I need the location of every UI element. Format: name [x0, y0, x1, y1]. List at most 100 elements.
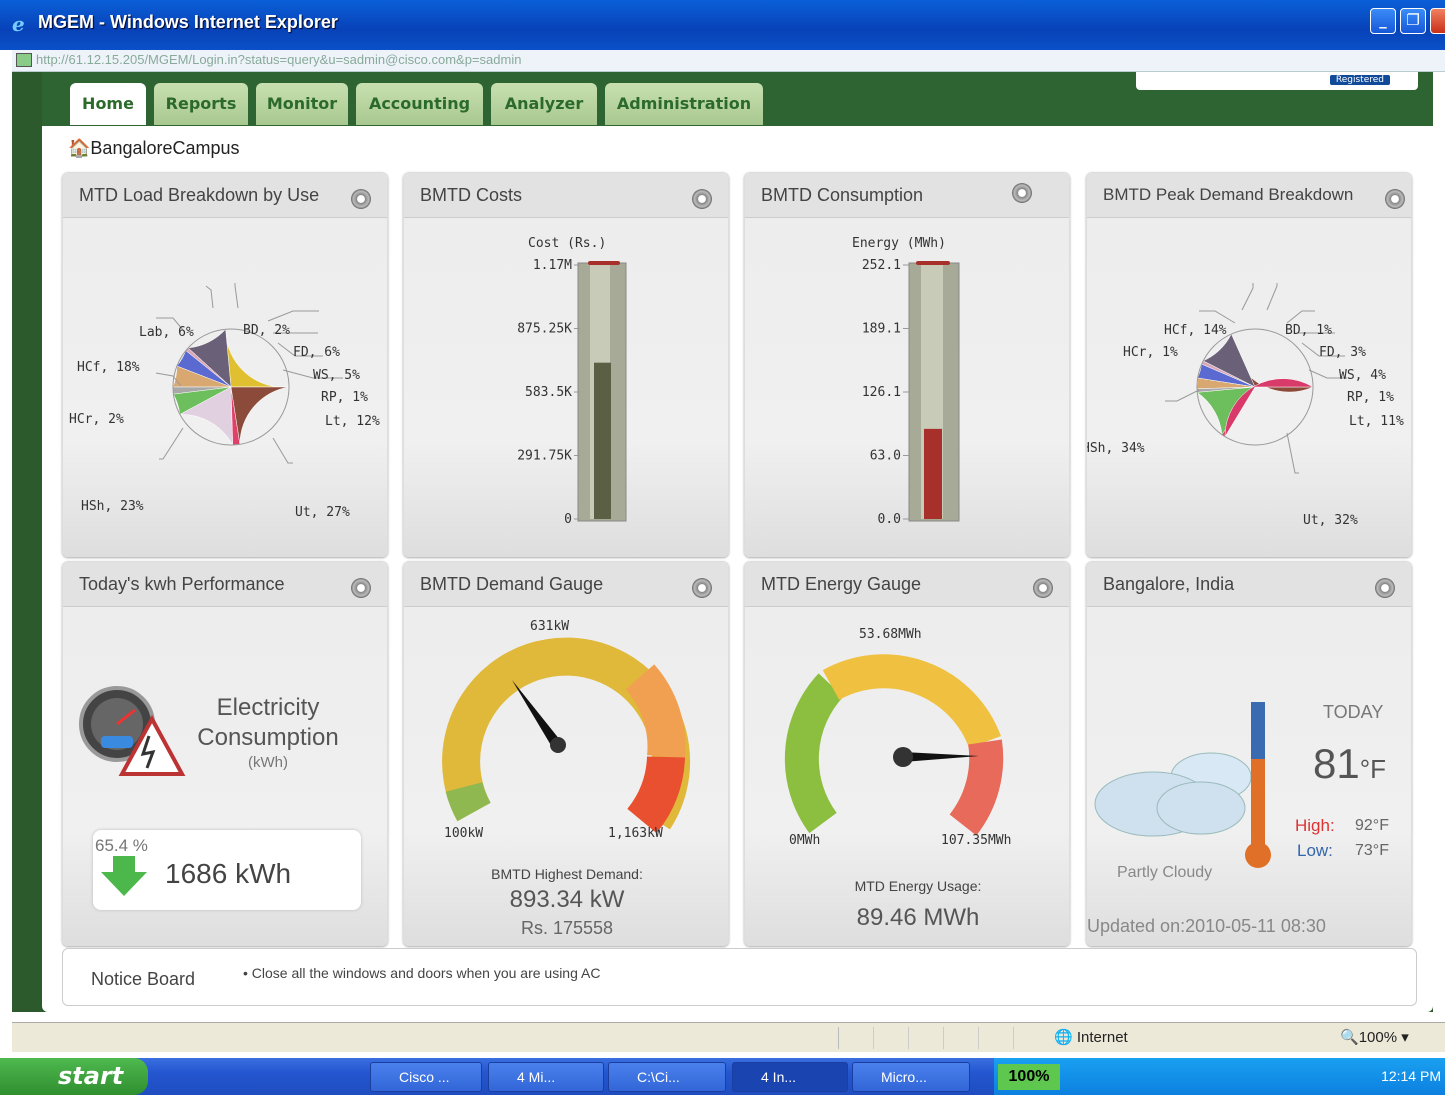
taskbar-item[interactable]: 4 Mi...	[488, 1062, 604, 1092]
gauge-max-label: 1,163kW	[608, 826, 663, 841]
zoom-control[interactable]: 🔍100% ▾	[1340, 1028, 1409, 1046]
notice-item: • Close all the windows and doors when y…	[243, 965, 601, 981]
gauge-min-label: 0MWh	[789, 833, 820, 848]
energy-value: 89.46 MWh	[856, 904, 980, 931]
panel-load-breakdown: MTD Load Breakdown by Use Lab, 6% BD, 2%…	[62, 172, 388, 557]
weather-condition: Partly Cloudy	[1117, 864, 1213, 881]
thermometer-bulb	[1245, 842, 1271, 868]
settings-gear-icon[interactable]	[351, 578, 371, 598]
gauge-max-label: 107.35MWh	[941, 833, 1011, 848]
minimize-button[interactable]: _	[1370, 8, 1396, 34]
zoom-icon: 🔍	[1340, 1029, 1359, 1046]
tab-accounting[interactable]: Accounting	[356, 83, 483, 125]
pie-label: WS, 5%	[313, 368, 360, 383]
taskbar-item[interactable]: 4 In...	[732, 1062, 848, 1092]
close-button[interactable]	[1430, 8, 1445, 34]
panel-title: Bangalore, India	[1103, 574, 1235, 594]
pie-label: Lab, 6%	[139, 325, 194, 340]
weather-updated: Updated on:2010-05-11 08:30	[1087, 916, 1326, 936]
window-titlebar: e MGEM - Windows Internet Explorer _ ❐	[0, 0, 1445, 50]
clock[interactable]: 12:14 PM	[1381, 1068, 1441, 1084]
settings-gear-icon[interactable]	[1385, 189, 1405, 209]
weather-today: TODAY	[1323, 702, 1384, 722]
settings-gear-icon[interactable]	[692, 189, 712, 209]
cloud-icon	[1094, 752, 1252, 837]
taskbar-item[interactable]: Cisco ...	[370, 1062, 482, 1092]
costs-bar-chart: Cost (Rs.) 1.17M 875.25K 583.5K 291.75K 0	[517, 236, 627, 527]
start-button[interactable]: start	[0, 1058, 148, 1095]
kwh-heading-2: Consumption	[197, 724, 339, 751]
panel-header: BMTD Demand Gauge	[404, 562, 728, 607]
gauge-min-label: 100kW	[444, 826, 483, 841]
panel-header: Bangalore, India	[1087, 562, 1411, 607]
load-pie-chart: Lab, 6% BD, 2% FD, 6% HCf, 18% WS, 5% RP…	[69, 283, 380, 520]
panel-title: MTD Load Breakdown by Use	[79, 185, 320, 205]
pie-label: BD, 2%	[243, 323, 290, 338]
tab-home[interactable]: Home	[70, 83, 146, 125]
panel-weather: Bangalore, India TODAY 81°F High: 92°F L…	[1086, 561, 1412, 946]
battery-indicator[interactable]: 100%	[998, 1064, 1060, 1090]
restore-button[interactable]: ❐	[1400, 8, 1426, 34]
panel-kwh-performance: Today's kwh Performance Electricity Cons…	[62, 561, 388, 946]
tick-label: 583.5K	[525, 385, 572, 400]
demand-caption: BMTD Highest Demand:	[491, 866, 643, 882]
registered-badge: Registered	[1329, 75, 1390, 85]
panel-demand-gauge: BMTD Demand Gauge 631kW 100kW 1,163kW BM…	[403, 561, 729, 946]
pie-label: Ut, 32%	[1303, 513, 1358, 528]
zone-label: Internet	[1076, 1029, 1128, 1046]
pie-label: Ut, 27%	[295, 505, 350, 520]
pie-label: RP, 1%	[1347, 390, 1394, 405]
tab-analyzer[interactable]: Analyzer	[491, 83, 597, 125]
tab-reports[interactable]: Reports	[154, 83, 248, 125]
tab-administration[interactable]: Administration	[605, 83, 763, 125]
weather-temp: 81°F	[1313, 740, 1386, 788]
zone-indicator[interactable]: 🌐 Internet	[1054, 1028, 1128, 1046]
peak-pie-chart: HCf, 14% BD, 1% HCr, 1% FD, 3% WS, 4% RP…	[1087, 283, 1404, 528]
settings-gear-icon[interactable]	[1012, 183, 1032, 203]
panel-title: MTD Energy Gauge	[761, 574, 922, 594]
taskbar-item[interactable]: Micro...	[852, 1062, 970, 1092]
system-tray: 100% 12:14 PM	[994, 1058, 1445, 1095]
settings-gear-icon[interactable]	[692, 578, 712, 598]
demand-value: 893.34 kW	[509, 886, 625, 913]
kwh-percent: 65.4 %	[95, 836, 148, 855]
kwh-value-box: 65.4 % 1686 kWh	[93, 830, 361, 910]
panel-energy-gauge: MTD Energy Gauge 53.68MWh 0MWh 107.35MWh…	[744, 561, 1070, 946]
kwh-value: 1686 kWh	[165, 858, 292, 889]
address-bar[interactable]: http://61.12.15.205/MGEM/Login.in?status…	[12, 50, 1445, 72]
registered-box: Registered	[1136, 72, 1418, 90]
pie-label: FD, 6%	[293, 345, 340, 360]
ie-icon: e	[12, 12, 25, 36]
pie-label: WS, 4%	[1339, 368, 1386, 383]
tick-label: 1.17M	[533, 258, 572, 273]
tab-monitor[interactable]: Monitor	[256, 83, 348, 125]
weather-low: 73°F	[1355, 842, 1389, 859]
panel-title: BMTD Peak Demand Breakdown	[1103, 185, 1354, 204]
settings-gear-icon[interactable]	[1033, 578, 1053, 598]
tick-label: 252.1	[862, 258, 901, 273]
notice-title: Notice Board	[91, 969, 196, 989]
settings-gear-icon[interactable]	[351, 189, 371, 209]
demand-cost: Rs. 175558	[520, 918, 614, 938]
address-url[interactable]: http://61.12.15.205/MGEM/Login.in?status…	[36, 52, 521, 67]
kwh-heading-1: Electricity	[216, 694, 320, 721]
breadcrumb[interactable]: 🏠BangaloreCampus	[68, 138, 240, 159]
panel-title: BMTD Demand Gauge	[420, 574, 604, 594]
gauge-top-label: 631kW	[530, 619, 569, 634]
temp-unit: °F	[1359, 754, 1386, 784]
pie-label: HCr, 2%	[69, 412, 124, 427]
kwh-unit: (kWh)	[248, 754, 288, 771]
taskbar-item[interactable]: C:\Ci...	[608, 1062, 726, 1092]
home-icon: 🏠	[68, 138, 91, 158]
pie-slice[interactable]	[230, 386, 290, 445]
status-bar: 🌐 Internet 🔍100% ▾	[12, 1022, 1445, 1052]
bar-cap	[588, 261, 620, 265]
panel-consumption: BMTD Consumption Energy (MWh) 252.1 189.1…	[744, 172, 1070, 557]
meter-warning-icon	[79, 686, 186, 776]
settings-gear-icon[interactable]	[1375, 578, 1395, 598]
weather-high-label: High:	[1295, 816, 1335, 835]
tick-label: 63.0	[870, 449, 901, 464]
address-path: /MGEM/Login.in?status=query&u=sadmin@cis…	[144, 52, 522, 67]
zoom-label: 100%	[1358, 1029, 1398, 1046]
window-title: MGEM - Windows Internet Explorer	[38, 12, 338, 32]
